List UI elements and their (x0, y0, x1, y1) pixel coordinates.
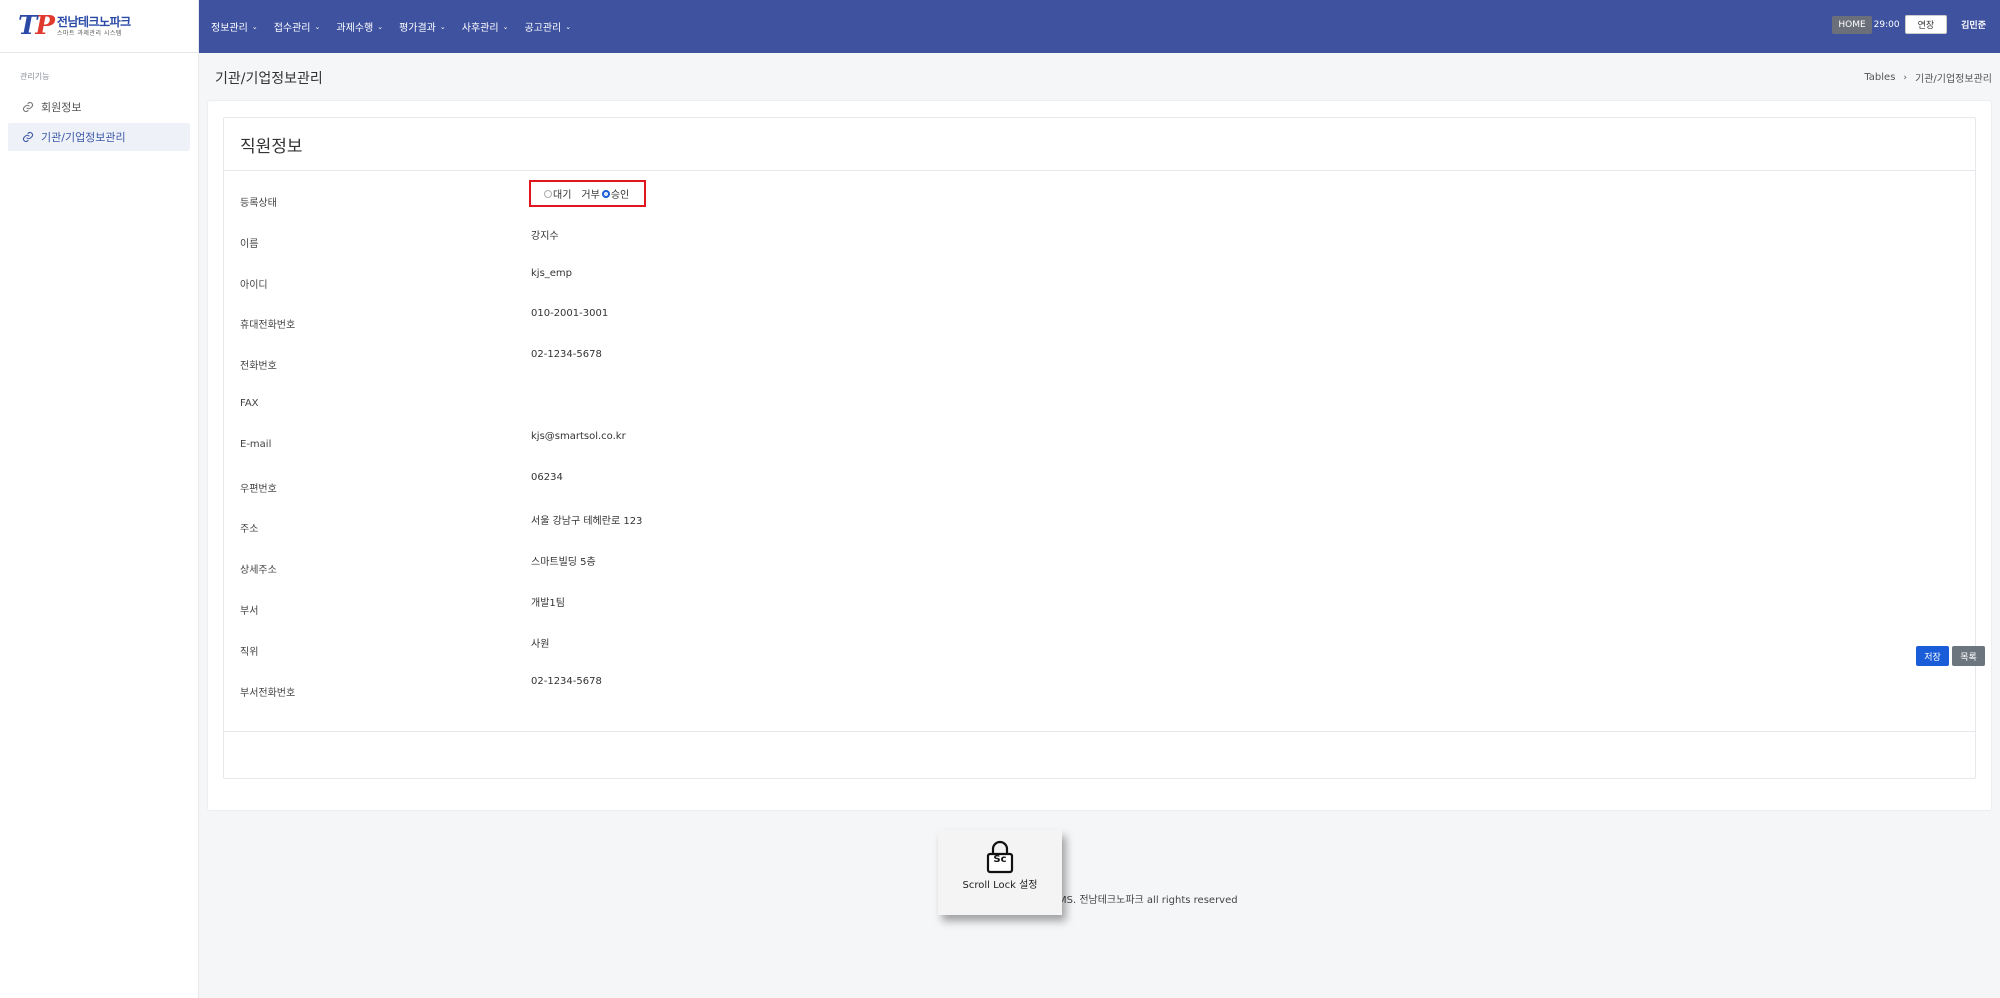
field-value: 스마트빌딩 5층 (531, 557, 596, 569)
field-value: 개발1팀 (531, 597, 565, 609)
logo-name: 전남테크노파크 (56, 14, 131, 29)
field-value: 010-2001-3001 (531, 308, 609, 320)
chevron-down-icon: ⌄ (565, 22, 572, 31)
field-label: 휴대전화번호 (240, 320, 296, 332)
status-radio-approved[interactable]: 승인 (601, 186, 629, 201)
chevron-down-icon: ⌄ (439, 22, 446, 31)
form-row: E-mail kjs@smartsol.co.kr (240, 427, 1940, 468)
session-timer: 29:00 (1873, 19, 1900, 30)
field-label: 주소 (240, 524, 259, 536)
logo-tagline: 스마트 과제관리 시스템 (56, 29, 122, 37)
save-button[interactable]: 저장 (1916, 646, 1949, 666)
chevron-down-icon: ⌄ (251, 22, 258, 31)
field-value: kjs@smartsol.co.kr (531, 430, 626, 442)
form-row: 상세주소 스마트빌딩 5층 (240, 549, 1940, 590)
form-row: 부서 개발1팀 (240, 590, 1940, 631)
employee-form: 등록상태 대기 거부 승인 이름 강지수 아이디 kjs_emp 휴대전화번호 010… (240, 180, 1940, 713)
sidebar-item-member-info[interactable]: 회원정보 (8, 93, 190, 121)
logo-mark: TP (18, 11, 55, 41)
menu-reception-management[interactable]: 접수관리 ⌄ (274, 19, 321, 35)
status-radio-pending[interactable]: 대기 (544, 186, 571, 201)
status-radio-rejected[interactable]: 거부 (581, 186, 599, 201)
field-value: 02-1234-5678 (531, 349, 602, 361)
footer-copyright: MS. 전남테크노파크 all rights reserved (1058, 895, 1238, 906)
employee-info-card: 직원정보 등록상태 대기 거부 승인 이름 강지수 아이디 kjs_emp 휴대전화… (223, 117, 1976, 779)
field-label: FAX (240, 397, 259, 409)
home-button[interactable]: HOME (1832, 15, 1872, 34)
chevron-down-icon: ⌄ (377, 22, 384, 31)
form-row: 전화번호 02-1234-5678 (240, 345, 1940, 386)
top-navbar: 정보관리 ⌄ 접수관리 ⌄ 과제수행 ⌄ 평가결과 ⌄ 사후관리 ⌄ 공고관리 ⌄ HOME… (199, 0, 2000, 53)
chevron-down-icon: ⌄ (502, 22, 509, 31)
field-label: E-mail (240, 438, 272, 450)
sidebar-section-title: 관리기능 (20, 72, 50, 81)
field-value: kjs_emp (531, 267, 573, 279)
main-menu: 정보관리 ⌄ 접수관리 ⌄ 과제수행 ⌄ 평가결과 ⌄ 사후관리 ⌄ 공고관리 ⌄ (199, 19, 587, 35)
field-label: 직위 (240, 646, 259, 658)
menu-notice-management[interactable]: 공고관리 ⌄ (524, 19, 572, 35)
scroll-lock-popup[interactable]: Sc Scroll Lock 설정 (938, 830, 1062, 915)
menu-evaluation-result[interactable]: 평가결과 ⌄ (399, 19, 446, 35)
field-value: 사원 (531, 638, 550, 650)
sidebar: TP 전남테크노파크 스마트 과제관리 시스템 관리기능 회원정보 기관/기업정… (0, 0, 199, 998)
sidebar-item-org-info[interactable]: 기관/기업정보관리 (8, 123, 190, 151)
extend-session-button[interactable]: 연장 (1904, 15, 1948, 34)
link-icon (22, 100, 36, 114)
scroll-lock-key: Sc (993, 854, 1007, 865)
field-label: 상세주소 (240, 565, 277, 577)
link-icon (22, 130, 36, 144)
form-row: 부서전화번호 02-1234-5678 (240, 672, 1940, 713)
field-value: 강지수 (531, 230, 559, 242)
field-value: 02-1234-5678 (531, 675, 602, 687)
chevron-right-icon: › (1903, 72, 1908, 83)
user-name[interactable]: 김민준 (1961, 18, 1986, 31)
field-label: 이름 (240, 238, 259, 250)
form-row: 주소 서울 강남구 테헤란로 123 (240, 508, 1940, 549)
field-value: 06234 (531, 471, 563, 483)
sidebar-item-label: 회원정보 (41, 101, 82, 114)
form-row: FAX (240, 386, 1940, 427)
logo[interactable]: TP 전남테크노파크 스마트 과제관리 시스템 (0, 0, 198, 53)
field-label: 등록상태 (240, 198, 277, 209)
form-row: 휴대전화번호 010-2001-3001 (240, 304, 1940, 345)
breadcrumb-item[interactable]: Tables (1864, 72, 1895, 83)
menu-follow-up[interactable]: 사후관리 ⌄ (462, 19, 509, 35)
card-title: 직원정보 (224, 118, 1975, 171)
form-row: 직위 사원 (240, 631, 1940, 672)
sidebar-item-label: 기관/기업정보관리 (41, 131, 126, 144)
menu-info-management[interactable]: 정보관리 ⌄ (211, 19, 258, 35)
breadcrumb-item: 기관/기업정보관리 (1915, 74, 1992, 85)
page-title: 기관/기업정보관리 (215, 71, 323, 87)
card-footer (224, 731, 1975, 779)
field-label: 전화번호 (240, 361, 277, 373)
form-row: 아이디 kjs_emp (240, 264, 1940, 305)
field-label: 우편번호 (240, 483, 277, 495)
list-button[interactable]: 목록 (1952, 646, 1985, 666)
field-label: 아이디 (240, 279, 268, 291)
form-row-status: 등록상태 대기 거부 승인 (240, 180, 1940, 223)
scroll-lock-label: Scroll Lock 설정 (962, 880, 1038, 891)
status-radio-group: 대기 거부 승인 (529, 180, 646, 207)
form-row: 이름 강지수 (240, 223, 1940, 264)
chevron-down-icon: ⌄ (314, 22, 321, 31)
field-label: 부서 (240, 605, 259, 617)
menu-task-execution[interactable]: 과제수행 ⌄ (336, 19, 384, 35)
content-card: 직원정보 등록상태 대기 거부 승인 이름 강지수 아이디 kjs_emp 휴대전화… (207, 100, 1992, 811)
field-label: 부서전화번호 (240, 687, 296, 699)
form-row: 우편번호 06234 (240, 468, 1940, 509)
field-value: 서울 강남구 테헤란로 123 (531, 516, 643, 528)
breadcrumb: Tables › 기관/기업정보관리 (1864, 70, 1992, 85)
